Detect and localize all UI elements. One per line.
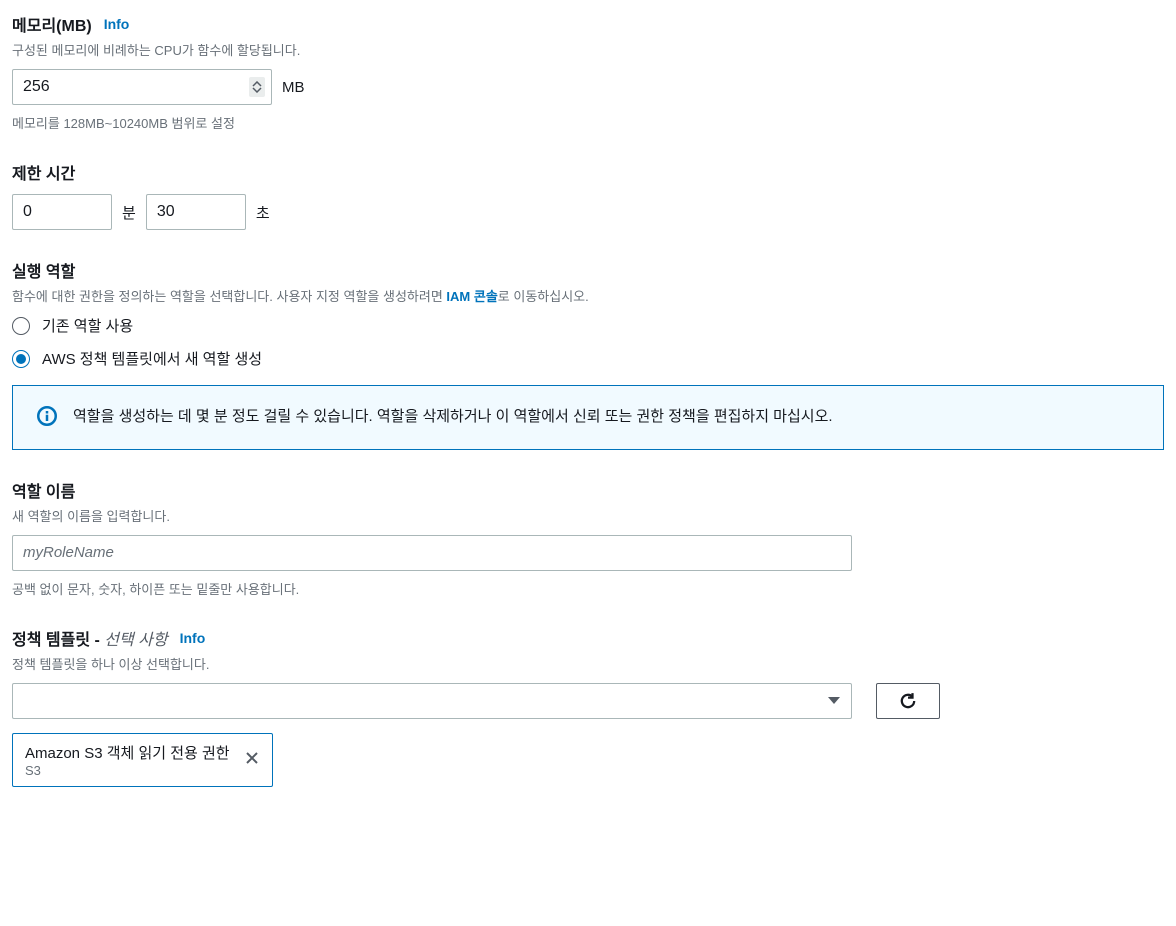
memory-description: 구성된 메모리에 비례하는 CPU가 함수에 할당됩니다.: [12, 40, 1164, 59]
role-info-text: 역할을 생성하는 데 몇 분 정도 걸릴 수 있습니다. 역할을 삭제하거나 이…: [73, 406, 833, 429]
refresh-icon: [899, 692, 917, 710]
memory-value: 256: [23, 78, 50, 96]
role-name-input[interactable]: myRoleName: [12, 535, 852, 571]
radio-existing-role[interactable]: 기존 역할 사용: [12, 315, 1164, 336]
role-label: 실행 역할: [12, 258, 75, 282]
policy-description: 정책 템플릿을 하나 이상 선택합니다.: [12, 654, 1164, 673]
memory-info-link[interactable]: Info: [104, 16, 130, 32]
radio-icon: [12, 317, 30, 335]
memory-section: 메모리(MB) Info 구성된 메모리에 비례하는 CPU가 함수에 할당됩니…: [12, 12, 1164, 132]
tag-sub: S3: [25, 763, 230, 778]
radio-icon: [12, 350, 30, 368]
policy-label: 정책 템플릿 - 선택 사항: [12, 626, 168, 650]
radio-template-label: AWS 정책 템플릿에서 새 역할 생성: [42, 348, 262, 369]
selected-policy-tag: Amazon S3 객체 읽기 전용 권한 S3: [12, 733, 273, 787]
timeout-label: 제한 시간: [12, 160, 75, 184]
role-description: 함수에 대한 권한을 정의하는 역할을 선택합니다. 사용자 지정 역할을 생성…: [12, 286, 1164, 305]
radio-existing-label: 기존 역할 사용: [42, 315, 133, 336]
policy-select[interactable]: [12, 683, 852, 719]
memory-hint: 메모리를 128MB~10240MB 범위로 설정: [12, 113, 1164, 132]
timeout-minutes-value: 0: [23, 203, 32, 221]
memory-stepper[interactable]: [249, 77, 265, 97]
memory-label: 메모리(MB): [12, 12, 92, 36]
role-info-box: 역할을 생성하는 데 몇 분 정도 걸릴 수 있습니다. 역할을 삭제하거나 이…: [12, 385, 1164, 450]
timeout-section: 제한 시간 0 분 30 초: [12, 160, 1164, 230]
refresh-button[interactable]: [876, 683, 940, 719]
policy-info-link[interactable]: Info: [180, 630, 206, 646]
role-name-placeholder: myRoleName: [23, 544, 114, 561]
tag-title: Amazon S3 객체 읽기 전용 권한: [25, 742, 230, 763]
role-name-hint: 공백 없이 문자, 숫자, 하이픈 또는 밑줄만 사용합니다.: [12, 579, 1164, 598]
timeout-seconds-unit: 초: [256, 202, 270, 223]
policy-template-section: 정책 템플릿 - 선택 사항 Info 정책 템플릿을 하나 이상 선택합니다.…: [12, 626, 1164, 787]
close-icon[interactable]: [244, 750, 260, 769]
execution-role-section: 실행 역할 함수에 대한 권한을 정의하는 역할을 선택합니다. 사용자 지정 …: [12, 258, 1164, 450]
timeout-minutes-input[interactable]: 0: [12, 194, 112, 230]
role-name-label: 역할 이름: [12, 478, 75, 502]
memory-unit: MB: [282, 79, 305, 96]
timeout-seconds-input[interactable]: 30: [146, 194, 246, 230]
role-name-description: 새 역할의 이름을 입력합니다.: [12, 506, 1164, 525]
memory-input[interactable]: 256: [12, 69, 272, 105]
chevron-down-icon: [827, 696, 841, 706]
timeout-minutes-unit: 분: [122, 202, 136, 223]
iam-console-link[interactable]: IAM 콘솔: [446, 289, 497, 304]
radio-template-role[interactable]: AWS 정책 템플릿에서 새 역할 생성: [12, 348, 1164, 369]
timeout-seconds-value: 30: [157, 203, 175, 221]
info-icon: [37, 406, 57, 426]
role-name-section: 역할 이름 새 역할의 이름을 입력합니다. myRoleName 공백 없이 …: [12, 478, 1164, 598]
